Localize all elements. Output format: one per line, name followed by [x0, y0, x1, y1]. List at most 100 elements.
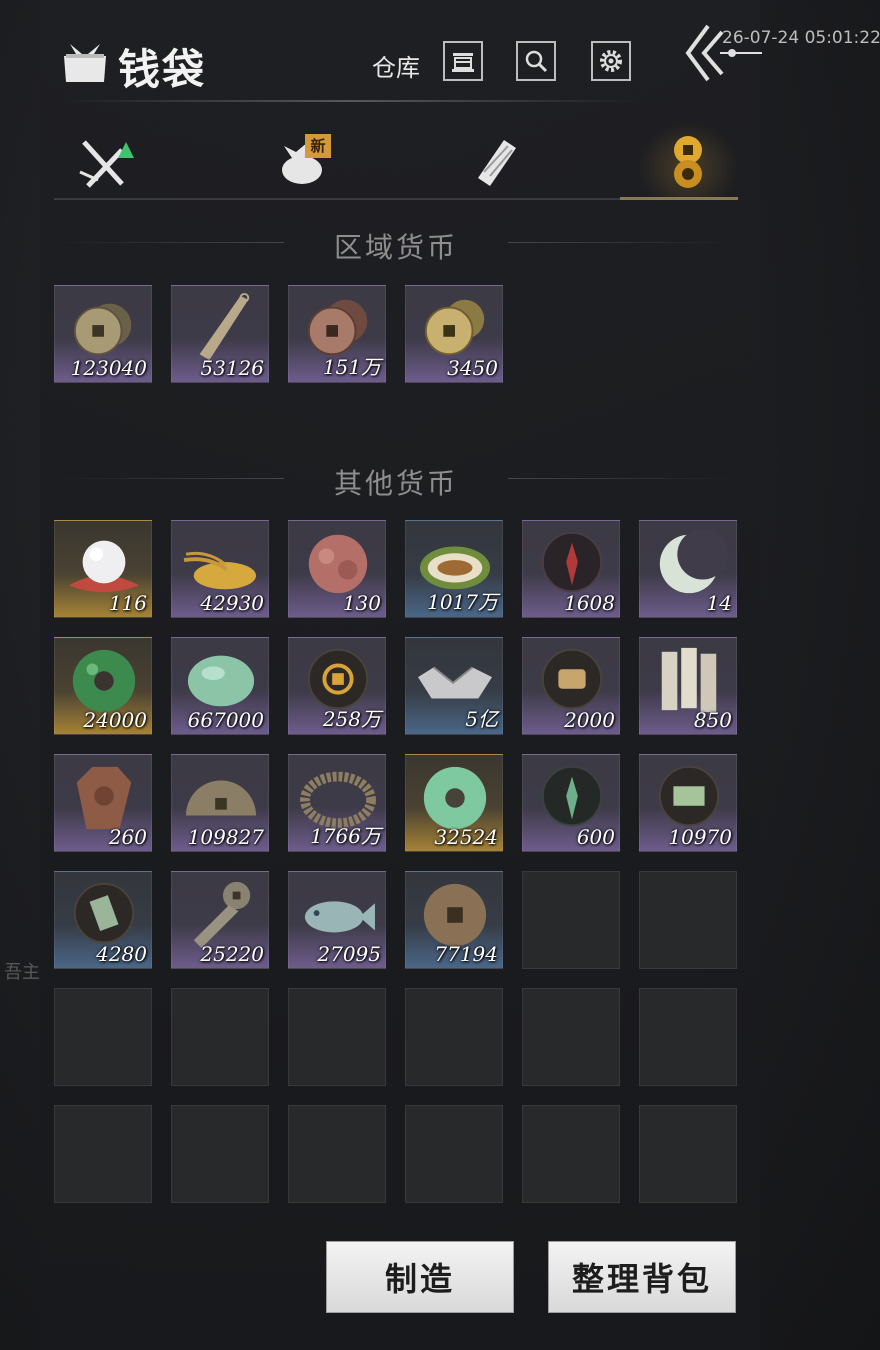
tab-scrolls[interactable] [446, 122, 546, 198]
currency-slot[interactable]: 10970 [639, 754, 737, 852]
background-text: 吾主 [4, 962, 40, 983]
craft-button[interactable]: 制造 [326, 1241, 514, 1313]
empty-slot [522, 988, 620, 1086]
item-quantity: 151万 [322, 355, 381, 379]
item-quantity: 3450 [447, 356, 498, 380]
search-icon [525, 50, 548, 73]
clock: 26-07-24 05:01:22 [722, 28, 880, 48]
empty-slot [288, 1105, 386, 1203]
currency-slot[interactable]: 27095 [288, 871, 386, 969]
grain-pile-icon [183, 551, 257, 590]
item-quantity: 27095 [317, 942, 381, 966]
currency-slot[interactable]: 123040 [54, 285, 152, 383]
gold-coin-stack-icon [424, 299, 485, 356]
green-sigil-icon [541, 765, 603, 827]
bronze-coin-icon [423, 883, 487, 947]
item-quantity: 123040 [70, 356, 147, 380]
bronze-plaque-icon [76, 766, 132, 830]
empty-slot [522, 871, 620, 969]
item-quantity: 260 [108, 825, 147, 849]
pearl-icon [68, 540, 140, 593]
item-quantity: 14 [706, 591, 732, 615]
spade-coin-icon [193, 881, 251, 949]
jade-bi-icon [423, 766, 487, 830]
item-quantity: 1017万 [427, 590, 498, 614]
empty-slot [288, 988, 386, 1086]
item-quantity: 53126 [200, 356, 264, 380]
currency-slot[interactable]: 14 [639, 520, 737, 618]
item-quantity: 32524 [434, 825, 498, 849]
empty-slot [639, 1105, 737, 1203]
map-sigil-icon [658, 765, 720, 827]
currency-slot[interactable]: 130 [288, 520, 386, 618]
storage-button[interactable] [443, 41, 483, 81]
currency-slot[interactable]: 3450 [405, 285, 503, 383]
currency-slot[interactable]: 2000 [522, 637, 620, 735]
empty-slot [405, 1105, 503, 1203]
section-title: 其他货币 [333, 467, 458, 500]
jade-pebble-icon [187, 655, 255, 707]
sort-bag-button[interactable]: 整理背包 [548, 1241, 736, 1313]
currency-slot[interactable]: 77194 [405, 871, 503, 969]
crescent-jade-icon [659, 528, 728, 594]
tab-equipment[interactable] [54, 122, 154, 198]
knife-coin-icon [199, 292, 250, 361]
header: 钱袋 仓库 26-07-24 05:01:22 [0, 0, 880, 110]
item-quantity: 1766万 [310, 824, 381, 848]
empty-slot [405, 988, 503, 1086]
tab-materials[interactable] [250, 122, 350, 198]
new-badge: 新 [305, 134, 331, 158]
gear-icon [600, 50, 622, 72]
currency-slot[interactable]: 600 [522, 754, 620, 852]
item-quantity: 1608 [564, 591, 615, 615]
item-quantity: 667000 [187, 708, 264, 732]
settings-button[interactable] [591, 41, 631, 81]
currency-slot[interactable]: 667000 [171, 637, 269, 735]
jade-fish-icon [304, 901, 375, 933]
currency-slot[interactable]: 850 [639, 637, 737, 735]
item-quantity: 5亿 [465, 707, 498, 731]
currency-slot[interactable]: 151万 [288, 285, 386, 383]
currency-slot[interactable]: 24000 [54, 637, 152, 735]
scroll-icon [478, 140, 516, 186]
currency-slot[interactable]: 1608 [522, 520, 620, 618]
green-jade-ring-icon [72, 649, 136, 713]
section-regional-currency: 区域货币 [54, 222, 738, 264]
currency-slot[interactable]: 109827 [171, 754, 269, 852]
currency-slot[interactable]: 5亿 [405, 637, 503, 735]
page-title: 钱袋 [118, 45, 207, 94]
currency-slot[interactable]: 53126 [171, 285, 269, 383]
red-stone-icon [308, 534, 368, 594]
section-other-currency: 其他货币 [54, 458, 738, 500]
section-title: 区域货币 [333, 231, 458, 264]
tab-currency[interactable] [638, 122, 738, 198]
item-quantity: 116 [108, 591, 147, 615]
currency-slot[interactable]: 258万 [288, 637, 386, 735]
token-sigil-icon [73, 882, 135, 944]
money-bag-icon [64, 44, 106, 82]
scroll-sigil-icon [541, 648, 603, 710]
empty-slot [639, 988, 737, 1086]
search-button[interactable] [516, 41, 556, 81]
currency-slot[interactable]: 1766万 [288, 754, 386, 852]
currency-slot[interactable]: 4280 [54, 871, 152, 969]
currency-slot[interactable]: 260 [54, 754, 152, 852]
empty-slot [171, 1105, 269, 1203]
item-quantity: 4280 [96, 942, 147, 966]
currency-slot[interactable]: 25220 [171, 871, 269, 969]
copper-coin-stack-icon [73, 303, 132, 356]
currency-slot[interactable]: 32524 [405, 754, 503, 852]
empty-slot [522, 1105, 620, 1203]
crossed-swords-icon [79, 140, 134, 188]
empty-slot [639, 871, 737, 969]
currency-slot[interactable]: 116 [54, 520, 152, 618]
empty-slot [171, 988, 269, 1086]
header-divider [60, 100, 640, 102]
red-sigil-icon [541, 531, 603, 593]
currency-slot[interactable]: 1017万 [405, 520, 503, 618]
item-quantity: 25220 [200, 942, 264, 966]
item-quantity: 10970 [668, 825, 732, 849]
currency-slot[interactable]: 42930 [171, 520, 269, 618]
item-quantity: 77194 [434, 942, 498, 966]
storage-label[interactable]: 仓库 [372, 48, 420, 83]
